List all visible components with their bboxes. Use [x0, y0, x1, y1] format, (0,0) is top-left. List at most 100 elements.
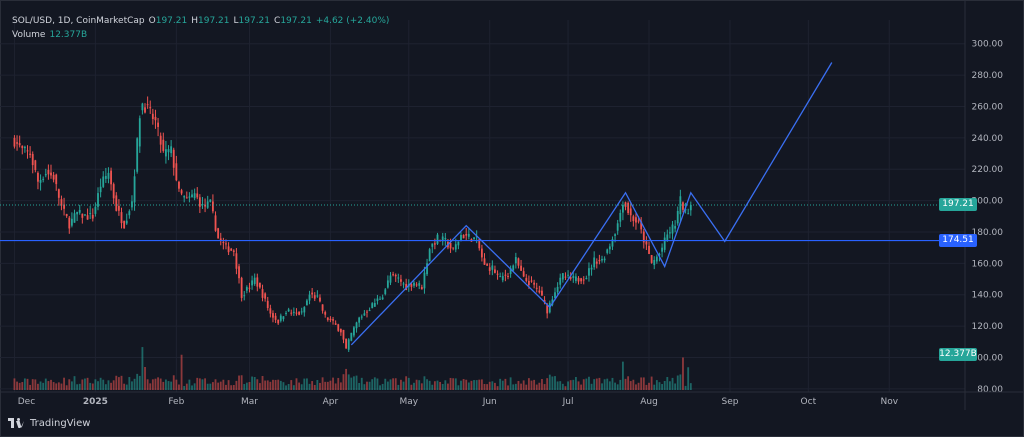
candle-body — [546, 305, 549, 314]
candle-body — [462, 234, 465, 239]
horizontal-level-tag: 174.51 — [939, 234, 977, 248]
volume-bar — [470, 380, 473, 390]
volume-bar — [204, 378, 206, 390]
volume-bar — [405, 376, 408, 390]
candle-body — [538, 290, 541, 293]
volume-bar — [261, 375, 264, 390]
candle-body — [494, 269, 496, 273]
volume-bar — [355, 375, 358, 390]
candle-body — [97, 193, 99, 207]
candle-body — [514, 257, 517, 264]
candle-body — [350, 332, 353, 341]
volume-bar — [475, 380, 478, 390]
candle-body — [245, 287, 248, 291]
candle-body — [368, 310, 371, 312]
candle-body — [18, 143, 21, 146]
price-chart[interactable]: Dec 2025 Feb Mar Apr May Jun Jul Aug Sep Oct Nov 80.… — [0, 0, 1024, 437]
candle-body — [138, 118, 141, 147]
volume-bar — [264, 380, 267, 390]
candle-body — [26, 150, 29, 152]
candle-body — [339, 329, 342, 333]
volume-bar — [256, 379, 259, 390]
volume-bar — [110, 382, 112, 390]
candle-body — [564, 276, 567, 278]
candle-body — [157, 122, 159, 128]
volume-bar — [243, 384, 246, 390]
candle-body — [123, 221, 126, 229]
candle-body — [460, 234, 462, 241]
volume-bar — [324, 381, 327, 390]
candle-body — [198, 197, 201, 207]
volume-bar — [55, 383, 58, 390]
volume-bar — [107, 380, 110, 390]
candle-body — [329, 318, 332, 321]
volume-bar — [530, 380, 533, 390]
volume-bar — [201, 379, 204, 390]
volume-bar — [655, 380, 658, 390]
volume-bar — [272, 379, 274, 390]
candle-body — [238, 266, 240, 279]
candle-body — [373, 302, 376, 307]
candle-body — [172, 149, 175, 168]
candle-body — [313, 295, 316, 299]
volume-bar — [206, 383, 209, 390]
volume-bar — [86, 377, 89, 390]
candle-body — [170, 146, 173, 154]
volume-bar — [319, 382, 321, 390]
candle-body — [480, 248, 483, 258]
candle-body — [616, 223, 619, 231]
candle-body — [269, 308, 272, 314]
candle-body — [567, 274, 569, 276]
volume-bar — [287, 383, 290, 390]
volume-bar — [313, 384, 316, 390]
candle-body — [400, 279, 402, 282]
candle-body — [428, 249, 431, 262]
candle-body — [175, 163, 178, 181]
symbol-label[interactable]: SOL/USD, 1D, CoinMarketCap — [12, 14, 145, 28]
volume-bar — [433, 381, 436, 390]
volume-bar — [603, 379, 606, 390]
candle-body — [248, 287, 251, 289]
candle-body — [99, 186, 102, 193]
candle-body — [151, 113, 154, 120]
candle-body — [402, 283, 405, 285]
pattern-projection-line — [350, 62, 833, 346]
candle-body — [256, 277, 259, 287]
volume-bar — [569, 380, 572, 390]
candle-body — [533, 282, 536, 285]
volume-bar — [235, 380, 238, 390]
volume-bar — [97, 381, 99, 390]
volume-bar — [494, 382, 496, 390]
volume-bar — [624, 378, 627, 390]
volume-bar — [577, 381, 580, 390]
volume-bar — [251, 376, 253, 390]
candle-body — [384, 289, 387, 295]
candle-body — [457, 241, 460, 246]
candle-body — [345, 338, 348, 349]
volume-bar — [436, 380, 439, 390]
volume-bar — [308, 383, 311, 390]
volume-bar — [345, 368, 348, 390]
grid — [0, 20, 965, 392]
volume-bar — [225, 384, 227, 390]
volume-bar — [214, 379, 217, 390]
candle-body — [645, 241, 648, 245]
volume-bar — [629, 381, 632, 390]
tradingview-branding[interactable]: TradingView — [8, 413, 90, 433]
last-price-tag: 197.21 — [939, 198, 977, 212]
candle-body — [501, 276, 504, 281]
volume-bar — [538, 382, 541, 390]
volume-label[interactable]: Volume — [12, 28, 45, 42]
candle-body — [251, 280, 253, 286]
volume-bar — [37, 383, 39, 390]
candle-body — [295, 312, 298, 314]
candle-body — [473, 237, 475, 240]
volume-bar — [486, 384, 489, 390]
candle-body — [185, 197, 188, 199]
candle-body — [73, 213, 76, 223]
volume-bar — [232, 385, 235, 390]
candle-body — [444, 237, 447, 240]
volume-value: 12.377B — [49, 30, 88, 40]
candle-body — [287, 309, 290, 312]
y-tick-label: 140.00 — [972, 291, 1004, 301]
